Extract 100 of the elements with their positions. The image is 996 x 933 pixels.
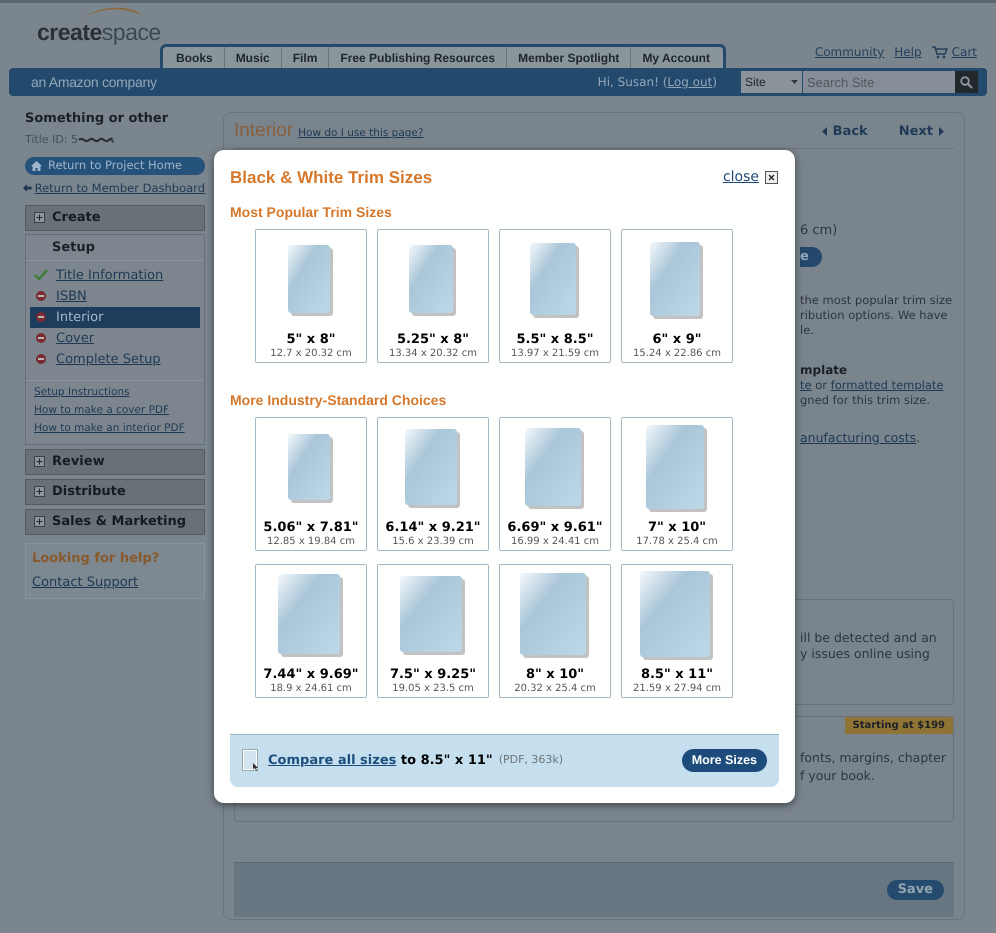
trim-size-card[interactable]: 7" x 10" 17.78 x 25.4 cm (621, 416, 733, 550)
redaction-scribble-icon (78, 135, 114, 146)
section-heading: Most Popular Trim Sizes (230, 204, 393, 220)
file-info: (PDF, 363k) (498, 752, 564, 768)
nav-tab[interactable]: Books (165, 47, 224, 68)
costs-link[interactable]: anufacturing costs (800, 430, 916, 445)
dialog-title: Black & White Trim Sizes (230, 167, 432, 189)
search-button[interactable] (955, 71, 978, 93)
book-page-icon (288, 434, 334, 504)
header-link[interactable]: Community (814, 43, 884, 61)
plus-icon (34, 516, 45, 528)
help-title: Looking for help? (32, 550, 160, 568)
sidebar-section-header[interactable]: Sales & Marketing (25, 508, 205, 535)
book-page-icon (278, 574, 344, 658)
close-link[interactable]: close (722, 167, 759, 188)
template-line: te or formatted template (800, 378, 944, 393)
search-field[interactable]: Search Site (803, 71, 955, 93)
setup-step[interactable]: Interior (30, 306, 200, 328)
book-page-icon (640, 570, 714, 660)
info-line: ill be detected and an (800, 630, 937, 646)
trim-size-card[interactable]: 8.5" x 11" 21.59 x 27.94 cm (621, 564, 733, 698)
check-icon (34, 269, 48, 282)
header-link[interactable]: Help (894, 43, 922, 61)
costs-text: anufacturing costs. (800, 429, 922, 447)
trim-size-card[interactable]: 5.06" x 7.81" 12.85 x 19.84 cm (255, 416, 367, 550)
tagline: an Amazon company (31, 72, 157, 92)
minus-circle-icon (36, 354, 46, 364)
trim-size-card[interactable]: 8" x 10" 20.32 x 25.4 cm (499, 564, 611, 698)
right-triangle-icon (939, 127, 944, 136)
book-page-icon (650, 242, 704, 320)
more-sizes-button[interactable]: More Sizes (682, 749, 767, 772)
book-page-icon (400, 576, 466, 656)
section-heading: More Industry-Standard Choices (230, 392, 448, 408)
compare-sizes-text: Compare all sizes to 8.5" x 11" (268, 752, 493, 770)
dropdown-caret-icon (791, 80, 798, 84)
logout-link[interactable]: Log out (667, 75, 712, 89)
back-link[interactable]: Back (822, 122, 868, 142)
setup-step[interactable]: ISBN (30, 286, 200, 307)
book-page-icon (525, 428, 585, 510)
trim-size-card[interactable]: 5" x 8" 12.7 x 20.32 cm (255, 228, 367, 362)
dimension-text: 6 cm) (800, 223, 838, 239)
sidebar-section-header[interactable]: Create (25, 204, 205, 231)
trim-size-card[interactable]: 7.5" x 9.25" 19.05 x 23.5 cm (377, 564, 489, 698)
plus-icon (34, 212, 45, 224)
help-guide-link[interactable]: How to make an interior PDF (34, 420, 204, 436)
help-guide-link[interactable]: Setup Instructions (34, 384, 204, 400)
close-icon[interactable] (765, 171, 778, 184)
setup-step[interactable]: Title Information (30, 264, 200, 286)
trim-size-card[interactable]: 6" x 9" 15.24 x 22.86 cm (621, 228, 733, 362)
title-id: Title ID: 5 (25, 132, 78, 148)
trim-size-card[interactable]: 5.25" x 8" 13.34 x 20.32 cm (377, 228, 489, 362)
book-page-icon (288, 244, 334, 316)
template-heading: mplate (800, 363, 848, 378)
search-scope-select[interactable]: Site (741, 71, 802, 93)
save-button[interactable]: Save (886, 880, 944, 900)
home-icon (31, 160, 42, 170)
minus-circle-icon (36, 312, 46, 322)
next-link[interactable]: Next (898, 122, 944, 142)
trim-size-card[interactable]: 5.5" x 8.5" 13.97 x 21.59 cm (499, 228, 611, 362)
logo-text: createspace (37, 21, 161, 44)
cart-link[interactable]: Cart (932, 43, 977, 61)
help-guide-link[interactable]: How to make a cover PDF (34, 402, 204, 418)
compare-sizes-link[interactable]: Compare all sizes (268, 752, 396, 768)
description-line: the most popular trim size (800, 293, 952, 308)
price-badge: Starting at $199 (844, 716, 953, 734)
back-arrow-icon (23, 184, 32, 192)
book-page-icon (405, 428, 461, 508)
dashboard-link[interactable]: Return to Member Dashboard (23, 180, 205, 197)
greeting-text: Hi, Susan! (Log out) (598, 74, 717, 91)
sidebar-section-header[interactable]: Review (25, 448, 205, 475)
info-line: y issues online using (800, 646, 931, 662)
service-line: f your book. (800, 766, 876, 785)
setup-step[interactable]: Cover (30, 328, 200, 349)
trim-size-card[interactable]: 6.14" x 9.21" 15.6 x 23.39 cm (377, 416, 489, 550)
cart-icon (932, 46, 948, 58)
search-icon (960, 76, 973, 88)
formatted-template-link[interactable]: formatted template (830, 378, 944, 392)
page-title: Interior (234, 119, 294, 144)
contact-support-link[interactable]: Contact Support (32, 573, 198, 593)
description-line: ribution options. We have (800, 308, 949, 323)
trim-size-card[interactable]: 7.44" x 9.69" 18.9 x 24.61 cm (255, 564, 367, 698)
document-icon (242, 748, 260, 772)
book-page-icon (520, 572, 590, 658)
plus-icon (34, 456, 45, 468)
section-subheading: Setup (26, 234, 204, 261)
project-home-button[interactable]: Return to Project Home (25, 156, 205, 174)
trim-size-card[interactable]: 6.69" x 9.61" 16.99 x 24.41 cm (499, 416, 611, 550)
book-page-icon (409, 244, 457, 316)
description-line: le. (800, 323, 815, 338)
book-page-icon (530, 242, 580, 318)
plus-icon (34, 486, 45, 498)
template-note: gned for this trim size. (800, 393, 931, 408)
minus-circle-icon (36, 333, 46, 344)
left-triangle-icon (822, 127, 827, 136)
sidebar-section-header[interactable]: Distribute (25, 478, 205, 505)
minus-circle-icon (36, 291, 46, 302)
template-link[interactable]: te (800, 378, 812, 392)
setup-step[interactable]: Complete Setup (30, 348, 200, 370)
action-button-fragment[interactable]: e (800, 247, 822, 267)
how-to-link[interactable]: How do I use this page? (298, 126, 424, 142)
